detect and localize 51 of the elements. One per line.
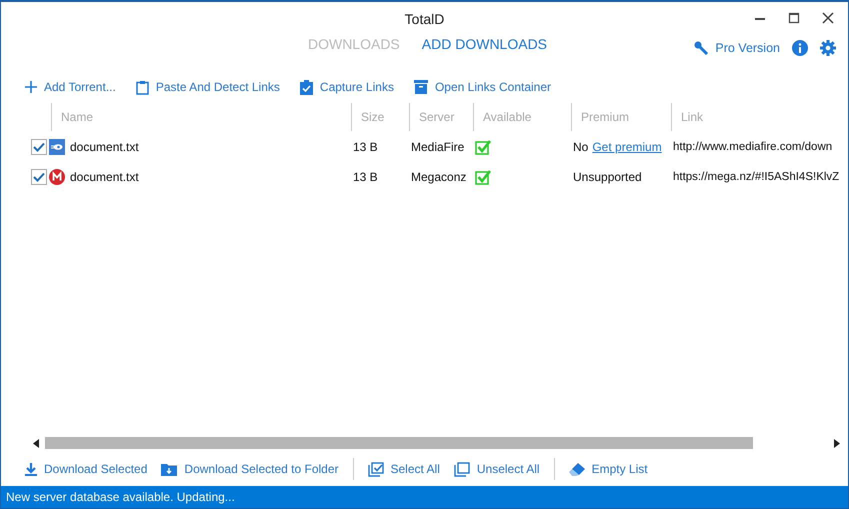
toolbar-button[interactable]: Add Torrent... — [25, 80, 116, 94]
server-logo-icon — [49, 139, 65, 155]
clipboard-icon — [136, 80, 149, 94]
column-header[interactable]: Server — [409, 103, 473, 131]
column-header[interactable]: Link — [671, 103, 848, 131]
table-cell-text: 13 B — [352, 139, 379, 156]
file-name: document.txt — [70, 170, 139, 184]
tab[interactable]: ADD DOWNLOADS — [422, 34, 548, 54]
toolbar-button[interactable]: Unselect All — [454, 462, 540, 476]
pro-version-link[interactable]: Pro Version — [694, 41, 780, 55]
toolbar-button[interactable]: Capture Links — [300, 80, 394, 94]
close-icon[interactable] — [822, 12, 834, 24]
link-cell-text: http://www.mediafire.com/down — [672, 140, 834, 155]
scroll-right-icon[interactable] — [834, 438, 840, 448]
eraser-icon — [568, 462, 585, 476]
row-checkbox[interactable] — [31, 169, 47, 185]
link-cell-text: https://mega.nz/#!I5AShI4S!KlvZ — [672, 170, 840, 185]
toolbar-button[interactable]: Empty List — [568, 462, 648, 476]
scroll-left-icon[interactable] — [33, 438, 39, 448]
settings-icon[interactable] — [820, 40, 836, 56]
toolbar-button[interactable]: Download Selected — [25, 462, 148, 476]
toolbar-button[interactable]: Download Selected to Folder — [161, 462, 338, 476]
get-premium-link[interactable]: Get premium — [592, 140, 662, 154]
table-cell-text: 13 B — [352, 169, 379, 186]
column-header[interactable]: Available — [473, 103, 571, 131]
archive-box-icon — [414, 80, 428, 94]
status-bar: New server database available. Updating... — [1, 486, 848, 508]
window-title: TotalD — [404, 11, 444, 27]
toolbar-button[interactable]: Paste And Detect Links — [136, 80, 280, 94]
download-icon — [25, 462, 37, 476]
info-icon[interactable] — [792, 40, 808, 56]
toolbar-button[interactable]: Select All — [368, 462, 440, 476]
row-checkbox[interactable] — [31, 139, 47, 155]
scrollbar-thumb[interactable] — [45, 437, 753, 449]
clipboard-check-icon — [300, 80, 313, 94]
table-cell-text: MediaFire — [410, 139, 466, 156]
toolbar-button[interactable]: Open Links Container — [414, 80, 552, 94]
column-header[interactable]: Name — [51, 103, 351, 131]
premium-status: Unsupported — [573, 170, 642, 184]
premium-status: No — [573, 140, 588, 154]
column-header[interactable]: Size — [351, 103, 409, 131]
server-logo-icon — [49, 169, 65, 185]
folder-download-icon — [161, 462, 178, 476]
table-cell-text: Megaconz — [410, 169, 468, 186]
file-name: document.txt — [70, 140, 139, 154]
unselect-all-icon — [454, 462, 470, 476]
select-all-icon — [368, 462, 384, 476]
key-icon — [694, 41, 710, 55]
column-header[interactable]: Premium — [571, 103, 671, 131]
plus-icon — [25, 81, 37, 93]
maximize-icon[interactable] — [788, 12, 800, 24]
